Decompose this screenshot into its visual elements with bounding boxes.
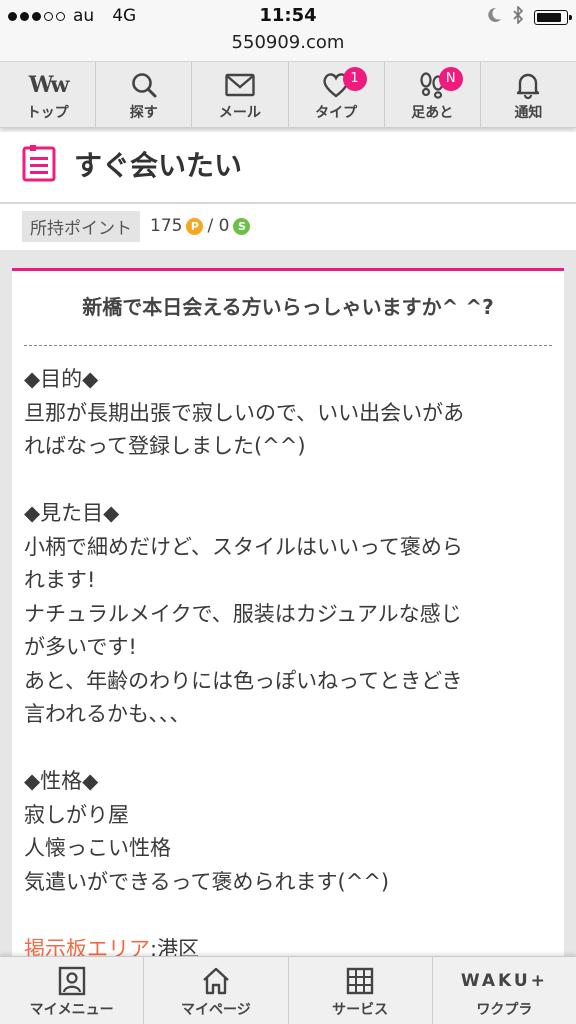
nav-item-mail[interactable]: メール <box>192 62 289 127</box>
bottom-label: マイメニュー <box>29 1002 114 1018</box>
post-title: 新橋で本日会える方いらっしゃいますか^ ^? <box>82 295 494 319</box>
waku-plus-logo: WAKU+ <box>461 965 548 997</box>
nav-item-top[interactable]: Ww トップ <box>0 62 97 127</box>
bluetooth-icon <box>512 5 524 29</box>
status-right <box>486 5 572 29</box>
nav-item-search[interactable]: 探す <box>96 62 193 127</box>
bottom-label: ワクプラ <box>476 1002 533 1018</box>
nav-label: メール <box>218 105 261 121</box>
ww-logo-icon: Ww <box>28 72 70 98</box>
nav-label: 通知 <box>514 105 543 121</box>
post-line <box>24 899 552 933</box>
bottom-item-my-page[interactable]: マイページ <box>144 957 289 1024</box>
post-line: ◆見た目◆ <box>24 501 120 525</box>
board-area-link[interactable]: 掲示板エリア <box>24 937 150 959</box>
points-row: 所持ポイント 175 P / 0 S <box>22 210 254 242</box>
post-line: ◆目的◆ <box>24 367 99 391</box>
post-card: 新橋で本日会える方いらっしゃいますか^ ^? ◆目的◆ 旦那が長期出張で寂しいの… <box>12 268 564 958</box>
moon-icon <box>486 7 502 28</box>
bell-icon <box>515 70 541 100</box>
search-icon <box>130 70 158 100</box>
grid-icon <box>346 965 374 997</box>
post-body: ◆目的◆ 旦那が長期出張で寂しいので、いい出会いがあ ればなって登録しました(^… <box>24 363 552 958</box>
p-coin-icon: P <box>186 217 204 235</box>
bottom-label: サービス <box>332 1002 389 1018</box>
nav-item-footprints[interactable]: 足あと N <box>385 62 481 127</box>
post-line: れます! <box>24 568 96 592</box>
points-separator: / 0 <box>207 216 230 236</box>
bottom-item-services[interactable]: サービス <box>289 957 433 1024</box>
board-area-value: :港区 <box>150 936 200 959</box>
nav-label: タイプ <box>315 105 358 121</box>
post-line: 旦那が長期出張で寂しいので、いい出会いがあ <box>24 400 465 425</box>
post-line: 言われるかも、、、 <box>24 702 191 726</box>
post-line: ◆性格◆ <box>24 769 99 793</box>
type-count-badge: 1 <box>342 67 367 91</box>
page-header: すぐ会いたい <box>0 132 576 202</box>
post-line: ナチュラルメイクで、服装はカジュアルな感じ <box>24 601 462 626</box>
post-line: が多いです! <box>24 635 137 659</box>
battery-level <box>537 13 562 22</box>
post-line <box>24 464 552 498</box>
post-line: 寂しがり屋 <box>24 802 129 827</box>
board-icon <box>22 144 56 186</box>
bottom-item-my-menu[interactable]: マイメニュー <box>0 957 145 1024</box>
mail-icon <box>225 70 255 100</box>
nav-label: 探す <box>129 105 158 121</box>
s-coin-icon: S <box>233 217 251 235</box>
bottom-nav: マイメニュー マイページ サービス WAKU+ ワクプラ <box>0 956 576 1024</box>
post-line: 小柄で細めだけど、スタイルはいいって褒めら <box>24 534 463 559</box>
post-line: あと、年齢のわりには色っぽいねってときどき <box>24 668 463 693</box>
url-bar[interactable]: 550909.com <box>0 30 576 62</box>
post-line: 気遣いができるって褒められます(^^) <box>24 869 390 894</box>
nav-item-type[interactable]: タイプ 1 <box>289 62 385 127</box>
points-value: 175 <box>150 216 183 236</box>
nav-label: トップ <box>26 105 69 121</box>
area-line: 掲示板エリア:港区 <box>24 933 552 959</box>
nav-label: 足あと <box>411 105 454 121</box>
bottom-item-wakupura[interactable]: WAKU+ ワクプラ <box>433 957 576 1024</box>
divider <box>0 202 576 204</box>
points-label: 所持ポイント <box>22 210 140 242</box>
status-bar: au 4G 11:54 <box>0 0 576 30</box>
top-nav: Ww トップ 探す メール タイプ 1 足あと N 通知 <box>0 62 576 128</box>
post-line: ればなって登録しました(^^) <box>24 434 306 458</box>
nav-item-notifications[interactable]: 通知 <box>481 62 576 127</box>
bottom-label: マイページ <box>181 1002 251 1018</box>
post-line: 人懐っこい性格 <box>24 836 171 860</box>
battery-icon <box>534 10 572 25</box>
home-icon <box>201 965 231 997</box>
profile-icon <box>58 965 86 997</box>
footprints-new-badge: N <box>438 67 463 91</box>
url-text: 550909.com <box>231 32 345 53</box>
post-line <box>24 732 552 766</box>
page-title: すぐ会いたい <box>74 149 243 182</box>
dashed-divider <box>24 345 552 346</box>
waku-plus-logo-text: WAKU+ <box>460 971 548 991</box>
